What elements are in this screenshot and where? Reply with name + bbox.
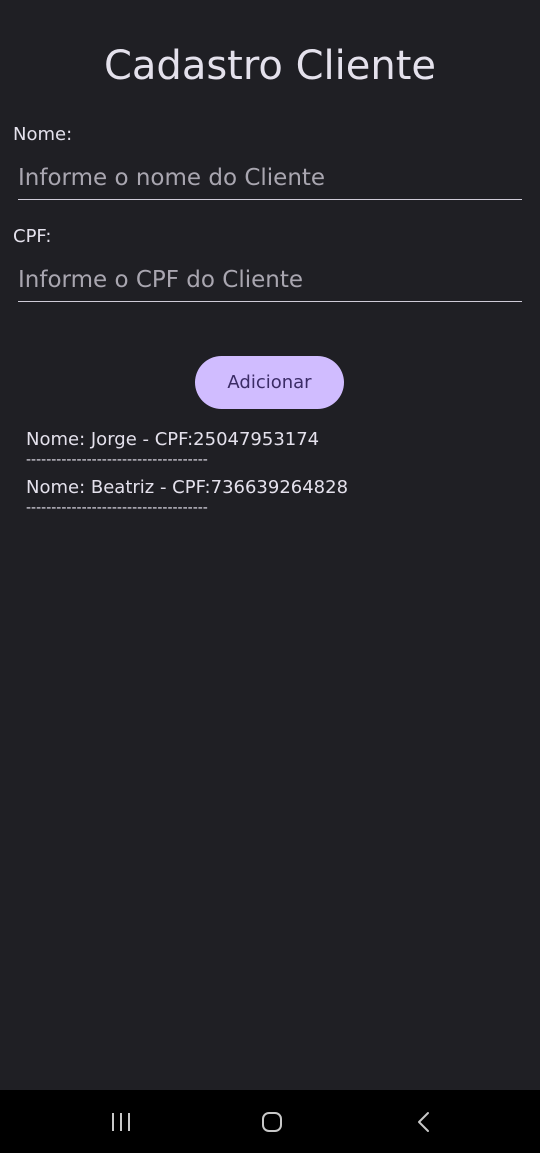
home-icon <box>262 1112 282 1132</box>
client-item: Nome: Beatriz - CPF:736639264828 <box>26 477 349 498</box>
client-separator: ------------------------------------ <box>26 452 208 468</box>
app-screen: Cadastro Cliente Nome: CPF: Adicionar No… <box>0 0 540 1153</box>
navigation-bar <box>0 1090 540 1153</box>
cpf-label: CPF: <box>13 226 52 247</box>
client-item: Nome: Jorge - CPF:25047953174 <box>26 429 320 450</box>
client-list: Nome: Jorge - CPF:25047953174 ----------… <box>26 428 506 524</box>
home-button[interactable] <box>252 1104 292 1140</box>
back-button[interactable] <box>404 1104 444 1140</box>
recents-button[interactable] <box>101 1104 141 1140</box>
recents-icon <box>112 1113 130 1131</box>
name-label: Nome: <box>13 124 73 145</box>
name-input[interactable] <box>18 156 522 200</box>
cpf-input[interactable] <box>18 258 522 302</box>
add-button[interactable]: Adicionar <box>195 356 344 409</box>
client-separator: ------------------------------------ <box>26 500 208 516</box>
page-title: Cadastro Cliente <box>103 43 437 89</box>
back-icon <box>418 1112 429 1132</box>
